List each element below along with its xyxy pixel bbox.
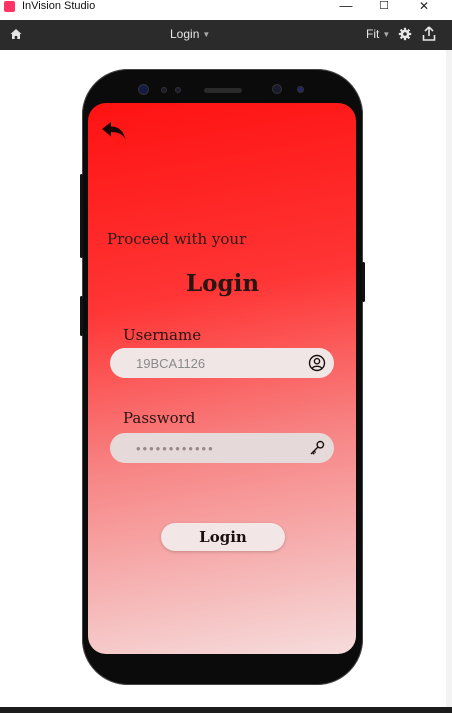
phone-sensor [175, 87, 181, 93]
app-screen [88, 103, 356, 654]
gear-icon[interactable] [398, 27, 412, 41]
phone-sensor [161, 87, 167, 93]
password-field[interactable] [110, 433, 334, 463]
maximize-button[interactable]: ☐ [374, 0, 394, 14]
phone-side-button [80, 174, 83, 258]
phone-front-camera [138, 84, 149, 95]
window-bottom-edge [0, 707, 452, 713]
zoom-selector[interactable]: Fit ▼ [366, 27, 390, 41]
home-icon[interactable] [9, 27, 23, 41]
zoom-value: Fit [366, 27, 380, 41]
minimize-button[interactable]: — [336, 0, 356, 14]
chevron-down-icon: ▼ [202, 30, 211, 39]
upload-icon[interactable] [422, 26, 436, 42]
proceed-text: Proceed with your [107, 230, 247, 248]
window-title: InVision Studio [22, 0, 96, 12]
username-label: Username [123, 326, 202, 344]
phone-sensor [297, 86, 304, 93]
key-icon [310, 440, 325, 455]
password-input[interactable] [110, 433, 326, 463]
login-heading: Login [186, 270, 260, 297]
chevron-down-icon: ▼ [382, 30, 391, 39]
phone-side-button [362, 262, 365, 302]
studio-toolbar: Login ▼ Fit ▼ [0, 20, 452, 50]
username-input[interactable] [110, 348, 326, 378]
password-label: Password [123, 409, 196, 427]
canvas-edge [446, 50, 452, 707]
user-circle-icon [308, 354, 326, 372]
window-titlebar: InVision Studio — ☐ ✕ [0, 0, 452, 16]
close-button[interactable]: ✕ [414, 0, 434, 14]
username-field[interactable] [110, 348, 334, 378]
phone-sensor [272, 84, 282, 94]
screen-name: Login [170, 27, 200, 41]
phone-side-button [80, 296, 83, 336]
screen-selector[interactable]: Login ▼ [170, 27, 210, 41]
app-logo-icon [4, 1, 15, 12]
back-arrow-icon[interactable] [101, 121, 127, 141]
login-button[interactable]: Login [161, 523, 285, 551]
phone-speaker [204, 88, 242, 93]
